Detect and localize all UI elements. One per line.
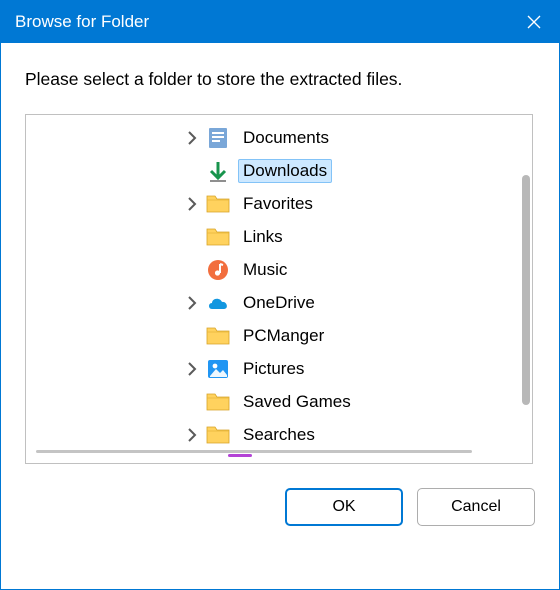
folder-icon xyxy=(204,192,232,216)
tree-item-label: OneDrive xyxy=(238,291,320,315)
tree-item-links[interactable]: Links xyxy=(26,220,508,253)
onedrive-icon xyxy=(204,291,232,315)
tree-item-music[interactable]: Music xyxy=(26,253,508,286)
folder-icon xyxy=(204,225,232,249)
chevron-right-icon[interactable] xyxy=(180,361,204,377)
close-icon xyxy=(527,15,541,29)
window-title: Browse for Folder xyxy=(15,12,149,32)
tree-item-label: Links xyxy=(238,225,288,249)
tree-item-label: Searches xyxy=(238,423,320,447)
chevron-right-icon[interactable] xyxy=(180,295,204,311)
tree-item-label: PCManger xyxy=(238,324,329,348)
tree-item-favorites[interactable]: Favorites xyxy=(26,187,508,220)
tree-item-label: Documents xyxy=(238,126,334,150)
chevron-right-icon[interactable] xyxy=(180,196,204,212)
music-icon xyxy=(204,258,232,282)
documents-icon xyxy=(204,126,232,150)
folder-tree: Documents Downloads Favorites Links Music One… xyxy=(25,114,533,464)
folder-icon xyxy=(204,324,232,348)
tree-item-searches[interactable]: Searches xyxy=(26,418,508,451)
tree-item-documents[interactable]: Documents xyxy=(26,121,508,154)
tree-item-label: Saved Games xyxy=(238,390,356,414)
tree-item-pcmanger[interactable]: PCManger xyxy=(26,319,508,352)
tree-scroll-area[interactable]: Documents Downloads Favorites Links Music One… xyxy=(26,115,532,463)
chevron-right-icon[interactable] xyxy=(180,427,204,443)
folder-icon xyxy=(204,423,232,447)
tree-item-label: Favorites xyxy=(238,192,318,216)
tree-item-label: Downloads xyxy=(238,159,332,183)
downloads-icon xyxy=(204,159,232,183)
close-button[interactable] xyxy=(509,1,559,43)
horizontal-scrollbar[interactable] xyxy=(36,450,472,453)
folder-icon xyxy=(204,390,232,414)
tree-item-pictures[interactable]: Pictures xyxy=(26,352,508,385)
chevron-right-icon[interactable] xyxy=(180,130,204,146)
ok-button[interactable]: OK xyxy=(285,488,403,526)
tree-item-onedrive[interactable]: OneDrive xyxy=(26,286,508,319)
tree-item-label: Pictures xyxy=(238,357,309,381)
instruction-text: Please select a folder to store the extr… xyxy=(25,69,535,90)
tree-item-saved-games[interactable]: Saved Games xyxy=(26,385,508,418)
tree-item-downloads[interactable]: Downloads xyxy=(26,154,508,187)
pictures-icon xyxy=(204,357,232,381)
titlebar: Browse for Folder xyxy=(1,1,559,43)
tree-item-label: Music xyxy=(238,258,292,282)
cancel-button[interactable]: Cancel xyxy=(417,488,535,526)
vertical-scrollbar[interactable] xyxy=(522,175,530,405)
dialog-content: Please select a folder to store the extr… xyxy=(1,43,559,464)
dialog-buttons: OK Cancel xyxy=(1,464,559,526)
